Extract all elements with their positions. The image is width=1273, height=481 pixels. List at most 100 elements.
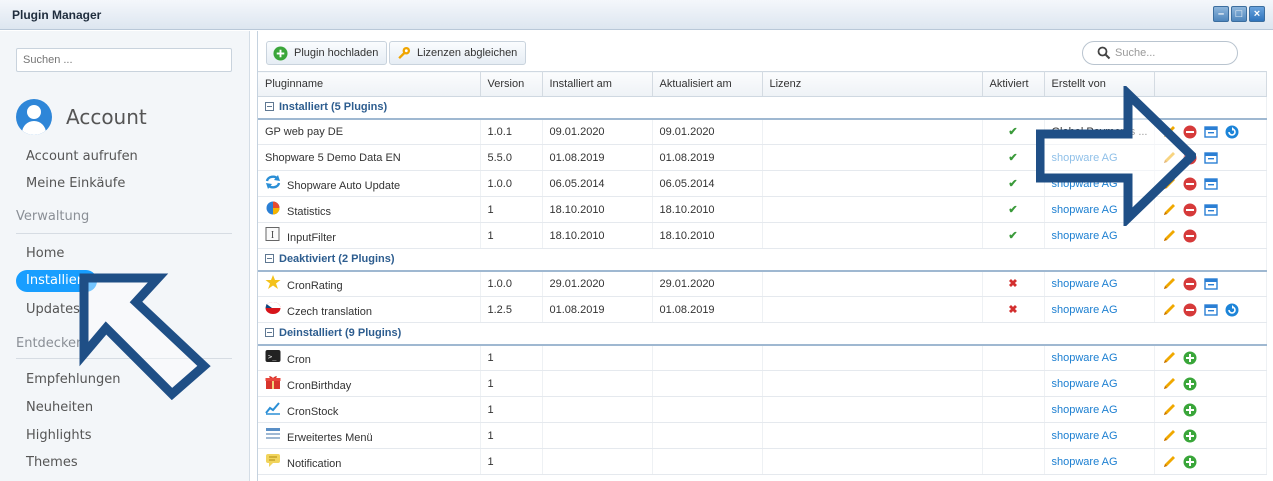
sidebar-item-meine-einkaeufe[interactable]: Meine Einkäufe — [26, 176, 125, 191]
cell-active-status[interactable]: ✔ — [982, 196, 1045, 223]
install-icon[interactable] — [1183, 377, 1197, 391]
cell-author-link[interactable]: shopware AG — [1044, 222, 1155, 249]
plugin-name: Notification — [287, 458, 342, 470]
sidebar-section-verwaltung: Verwaltung — [16, 209, 90, 224]
cell-license — [762, 196, 983, 223]
config-window-icon[interactable] — [1203, 277, 1218, 291]
cell-actions — [1154, 448, 1267, 475]
cell-pluginname: I InputFilter — [258, 222, 481, 249]
close-icon[interactable]: × — [1249, 6, 1265, 22]
cell-active-status[interactable]: ✔ — [982, 118, 1045, 145]
sidebar-search-input[interactable] — [16, 48, 232, 72]
group-header[interactable]: Deinstalliert (9 Plugins) — [258, 322, 1267, 346]
cell-license — [762, 222, 983, 249]
cell-pluginname: Shopware Auto Update — [258, 170, 481, 197]
sidebar-item-themes[interactable]: Themes — [26, 455, 78, 470]
sidebar-item-neuheiten[interactable]: Neuheiten — [26, 400, 93, 415]
cell-version: 1 — [480, 222, 543, 249]
table-row[interactable]: Erweitertes Menü 1 shopware AG — [258, 422, 1267, 449]
cell-active-status[interactable] — [982, 422, 1045, 449]
cell-author-link[interactable]: shopware AG — [1044, 296, 1155, 323]
edit-icon[interactable] — [1162, 277, 1176, 291]
cell-updated: 01.08.2019 — [652, 144, 763, 171]
cell-active-status[interactable] — [982, 370, 1045, 397]
maximize-icon[interactable]: □ — [1231, 6, 1247, 22]
collapse-icon[interactable] — [265, 102, 274, 112]
cell-active-status[interactable]: ✔ — [982, 222, 1045, 249]
config-window-icon[interactable] — [1203, 203, 1218, 217]
edit-icon[interactable] — [1162, 403, 1176, 417]
cell-author-link[interactable]: shopware AG — [1044, 422, 1155, 449]
config-window-icon[interactable] — [1203, 303, 1218, 317]
install-icon[interactable] — [1183, 455, 1197, 469]
column-header-pluginname[interactable]: Pluginname — [258, 71, 481, 97]
cell-pluginname: Czech translation — [258, 296, 481, 323]
cell-pluginname: CronStock — [258, 396, 481, 423]
cell-active-status[interactable] — [982, 344, 1045, 371]
edit-icon[interactable] — [1162, 377, 1176, 391]
cell-author-link[interactable]: shopware AG — [1044, 344, 1155, 371]
column-header-aktiviert[interactable]: Aktiviert — [982, 71, 1045, 97]
cell-pluginname: Shopware 5 Demo Data EN — [258, 144, 481, 171]
cell-author-link[interactable]: shopware AG — [1044, 448, 1155, 475]
config-window-icon[interactable] — [1203, 125, 1218, 139]
plugin-grid-panel: Plugin hochladen Lizenzen abgleichen Suc… — [257, 31, 1273, 481]
edit-icon[interactable] — [1162, 429, 1176, 443]
sync-licenses-button[interactable]: Lizenzen abgleichen — [389, 41, 527, 65]
cell-installed: 18.10.2010 — [542, 196, 653, 223]
account-header: Account — [16, 99, 147, 135]
table-row[interactable]: CronRating 1.0.0 29.01.2020 29.01.2020 ✖ shop… — [258, 270, 1267, 297]
delete-icon[interactable] — [1183, 303, 1197, 317]
install-icon[interactable] — [1183, 351, 1197, 365]
cell-installed — [542, 344, 653, 371]
upload-plugin-button[interactable]: Plugin hochladen — [266, 41, 388, 65]
column-header-lizenz[interactable]: Lizenz — [762, 71, 983, 97]
group-header[interactable]: Deaktiviert (2 Plugins) — [258, 248, 1267, 272]
cell-active-status[interactable]: ✔ — [982, 144, 1045, 171]
reinstall-icon[interactable] — [1225, 303, 1239, 317]
collapse-icon[interactable] — [265, 254, 274, 264]
edit-icon[interactable] — [1162, 351, 1176, 365]
cell-active-status[interactable]: ✖ — [982, 270, 1045, 297]
table-row[interactable]: Czech translation 1.2.5 01.08.2019 01.08.20… — [258, 296, 1267, 323]
group-row[interactable]: Deinstalliert (9 Plugins) — [258, 322, 1267, 346]
table-row[interactable]: I InputFilter 1 18.10.2010 18.10.2010 ✔ shopwa… — [258, 222, 1267, 249]
plugin-search-input[interactable]: Suche... — [1082, 41, 1238, 65]
delete-icon[interactable] — [1183, 229, 1197, 243]
table-row[interactable]: Notification 1 shopware AG — [258, 448, 1267, 475]
config-window-icon[interactable] — [1203, 177, 1218, 191]
cell-version: 1.0.1 — [480, 118, 543, 145]
reinstall-icon[interactable] — [1225, 125, 1239, 139]
sidebar-item-highlights[interactable]: Highlights — [26, 428, 91, 443]
table-row[interactable]: >_ Cron 1 shopware AG — [258, 344, 1267, 371]
cell-pluginname: Notification — [258, 448, 481, 475]
sidebar-item-updates[interactable]: Updates — [26, 302, 80, 317]
delete-icon[interactable] — [1183, 277, 1197, 291]
edit-icon[interactable] — [1162, 303, 1176, 317]
column-header-version[interactable]: Version — [480, 71, 543, 97]
minimize-icon[interactable]: – — [1213, 6, 1229, 22]
cell-version: 1 — [480, 448, 543, 475]
install-icon[interactable] — [1183, 429, 1197, 443]
cell-author-link[interactable]: shopware AG — [1044, 396, 1155, 423]
cell-active-status[interactable]: ✖ — [982, 296, 1045, 323]
table-row[interactable]: CronBirthday 1 shopware AG — [258, 370, 1267, 397]
cell-author-link[interactable]: shopware AG — [1044, 370, 1155, 397]
plus-circle-icon — [273, 45, 288, 61]
install-icon[interactable] — [1183, 403, 1197, 417]
sidebar-item-home[interactable]: Home — [26, 246, 64, 261]
column-header-aktualisiert[interactable]: Aktualisiert am — [652, 71, 763, 97]
column-header-installiert[interactable]: Installiert am — [542, 71, 653, 97]
sidebar-item-account-aufrufen[interactable]: Account aufrufen — [26, 149, 138, 164]
group-row[interactable]: Deaktiviert (2 Plugins) — [258, 248, 1267, 272]
cell-active-status[interactable]: ✔ — [982, 170, 1045, 197]
cell-license — [762, 370, 983, 397]
edit-icon[interactable] — [1162, 229, 1176, 243]
cell-author-link[interactable]: shopware AG — [1044, 270, 1155, 297]
cell-active-status[interactable] — [982, 396, 1045, 423]
table-row[interactable]: CronStock 1 shopware AG — [258, 396, 1267, 423]
config-window-icon[interactable] — [1203, 151, 1218, 165]
cell-active-status[interactable] — [982, 448, 1045, 475]
collapse-icon[interactable] — [265, 328, 274, 338]
edit-icon[interactable] — [1162, 455, 1176, 469]
